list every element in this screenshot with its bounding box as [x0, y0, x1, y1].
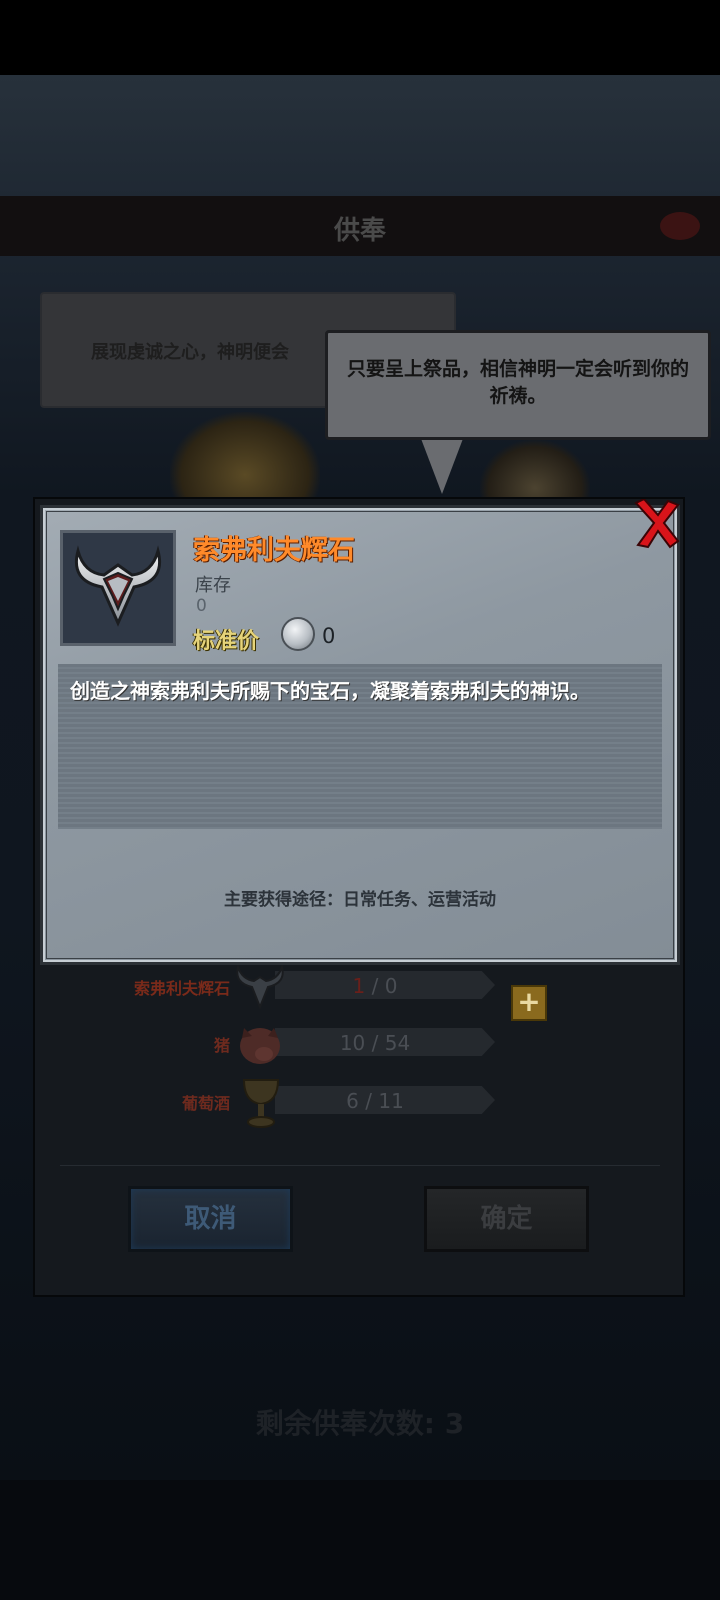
nav-bar	[0, 1480, 720, 1600]
character-right-portrait	[480, 440, 590, 500]
stock-label: 库存	[195, 575, 231, 596]
stock-value: 0	[196, 596, 207, 616]
status-bar	[0, 0, 720, 75]
silver-coin-icon	[281, 617, 315, 651]
horned-gem-icon	[75, 545, 161, 627]
panel-divider	[60, 1165, 660, 1166]
item-source: 主要获得途径：日常任务、运营活动	[224, 890, 496, 910]
requirement-count: 1 / 0	[352, 974, 398, 998]
offering-title: 供奉	[333, 216, 386, 246]
item-description: 创造之神索弗利夫所赐下的宝石，凝聚着索弗利夫的神识。	[70, 679, 590, 703]
side-tab	[0, 660, 36, 700]
item-name: 索弗利夫辉石	[193, 535, 355, 566]
cancel-button[interactable]: 取消	[128, 1186, 293, 1252]
close-icon[interactable]	[632, 499, 682, 551]
remaining-offerings-text: 剩余供奉次数: 3	[255, 1407, 465, 1440]
requirement-count: 6 / 11	[346, 1089, 404, 1113]
requirement-name: 葡萄酒	[181, 1094, 230, 1113]
requirement-name: 猪	[213, 1036, 230, 1055]
character-left-portrait	[170, 412, 320, 502]
speech-bubble-tail	[420, 436, 464, 494]
requirement-name: 索弗利夫辉石	[133, 979, 230, 998]
confirm-button[interactable]: 确定	[424, 1186, 589, 1252]
add-item-button[interactable]: +	[511, 985, 547, 1021]
requirement-row: 葡萄酒 6 / 11	[0, 1079, 720, 1128]
requirement-row: 猪 10 / 54	[0, 1022, 720, 1064]
requirement-count: 10 / 54	[339, 1031, 411, 1055]
requirement-row: 索弗利夫辉石 1 / 0	[0, 963, 720, 1010]
speech-bubble-right-text: 只要呈上祭品，相信神明一定会听到你的祈祷。	[346, 358, 689, 407]
speech-bubble-left-text: 展现虔诚之心，神明便会	[91, 342, 289, 363]
price-value: 0	[322, 624, 336, 648]
price-label: 标准价	[193, 629, 260, 654]
header-close-icon	[660, 212, 700, 240]
